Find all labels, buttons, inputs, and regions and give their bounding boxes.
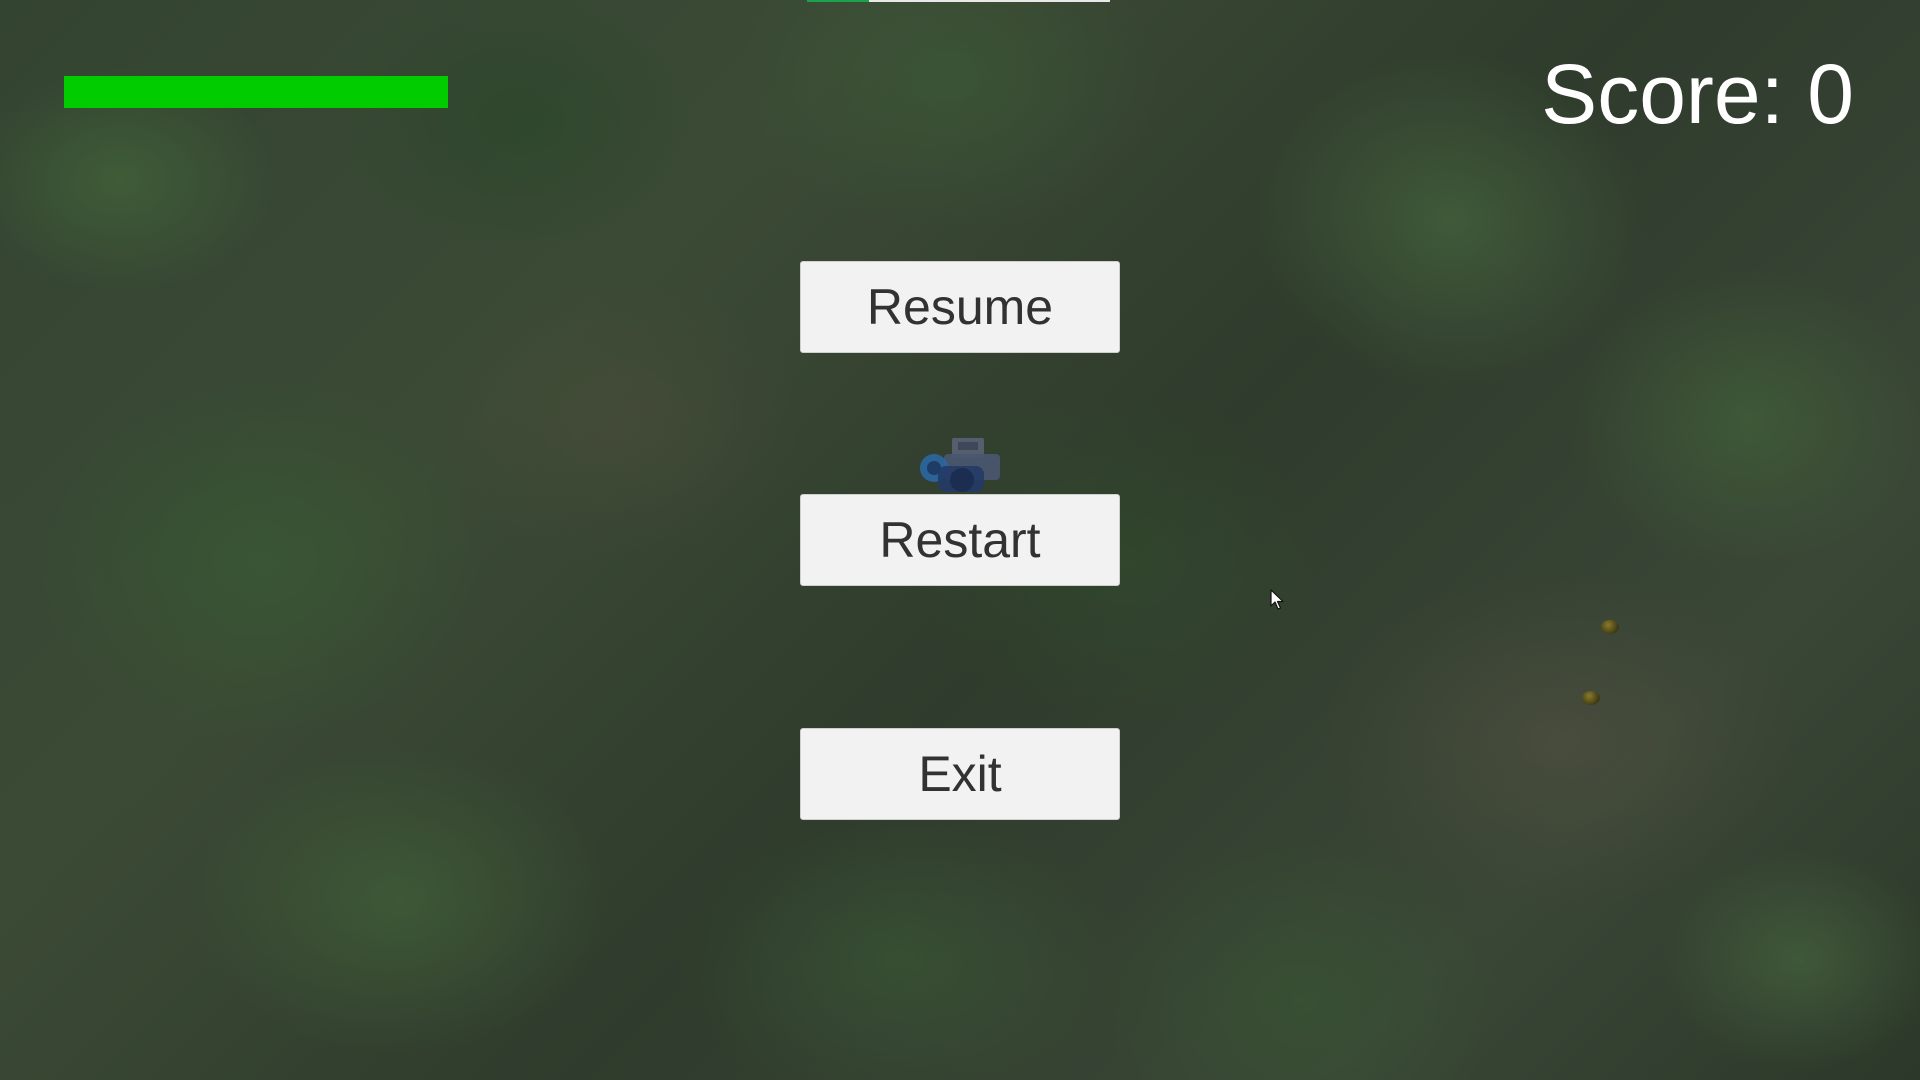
game-screen: Score: 0 Resume Restart Exit xyxy=(0,0,1920,1080)
health-bar xyxy=(64,76,448,108)
enemy-projectile-icon xyxy=(1582,691,1600,705)
score-display: Score: 0 xyxy=(1541,47,1854,141)
resume-button[interactable]: Resume xyxy=(800,261,1120,353)
tank-icon xyxy=(920,438,1000,492)
enemy-projectile-icon xyxy=(1601,620,1619,634)
exit-button[interactable]: Exit xyxy=(800,728,1120,820)
health-bar-fill xyxy=(64,76,448,108)
top-edge-accent xyxy=(807,0,869,2)
restart-button[interactable]: Restart xyxy=(800,494,1120,586)
cursor-icon xyxy=(1270,589,1284,610)
